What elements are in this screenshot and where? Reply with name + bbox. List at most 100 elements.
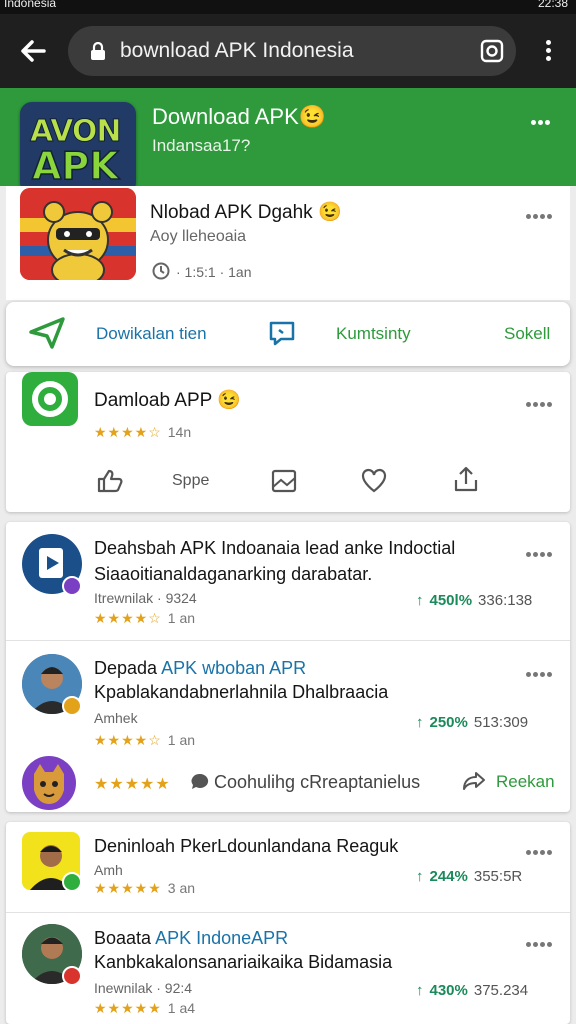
app-title: Damloab APP 😉 xyxy=(94,390,241,411)
item-stats: ↑ 430% 375.234 xyxy=(416,982,528,999)
trend-icon: ↑ xyxy=(416,982,424,999)
comment-icon xyxy=(191,773,209,789)
app-badge xyxy=(62,576,82,596)
featured-app-title: Nlobad APK Dgahk 😉 xyxy=(150,202,342,223)
app-logo: AVON APK xyxy=(20,102,136,194)
featured-app-card[interactable]: Nlobad APK Dgahk 😉 Aoy lleheoaia · 1:5:1… xyxy=(6,186,570,300)
header-more-icon[interactable] xyxy=(530,112,556,130)
app-list-card: Deahsbah APK Indoanaia lead anke Indocti… xyxy=(6,522,570,812)
header-subtitle: Indansaa17? xyxy=(152,136,251,155)
more-options-icon[interactable] xyxy=(526,934,556,947)
item-age: 1 a4 xyxy=(167,1000,196,1016)
lock-icon xyxy=(91,42,105,60)
divider xyxy=(6,640,570,641)
more-options-icon[interactable] xyxy=(526,394,556,407)
divider xyxy=(6,912,570,913)
trend-icon: ↑ xyxy=(416,868,424,885)
app-icon xyxy=(22,372,78,426)
app-header: AVON APK Download APK😉 Indansaa17? xyxy=(0,88,576,194)
community-action[interactable]: Kumtsinty xyxy=(336,324,411,344)
status-left-text: Indonesia xyxy=(4,0,57,10)
item-title: Depada APK wboban APR xyxy=(94,658,306,679)
rating-stars: ★★★★☆ xyxy=(94,610,162,626)
app-rating: ★★★★☆ 14n xyxy=(94,424,191,441)
trend-icon: ↑ xyxy=(416,714,424,731)
item-count: 375.234 xyxy=(473,982,529,999)
featured-app-subtitle: Aoy lleheoaia xyxy=(150,228,247,245)
item-age: 1 an xyxy=(167,610,196,626)
cat-avatar xyxy=(22,756,76,810)
item-meta: Itrewnilak · 9324 xyxy=(94,590,197,606)
item-stats: ↑ 450l% 336:138 xyxy=(416,592,532,609)
logo-text-bottom: APK xyxy=(31,143,119,189)
user-badge xyxy=(62,872,82,892)
address-bar[interactable]: bownload APK Indonesia xyxy=(68,26,516,76)
item-description: Kpablakandabnerlahnila Dhalbraacia xyxy=(94,682,389,702)
item-rating: ★★★★☆ 1 an xyxy=(94,732,195,749)
header-title: Download APK😉 xyxy=(152,104,327,129)
like-icon[interactable] xyxy=(96,468,124,494)
send-icon[interactable] xyxy=(28,316,66,350)
item-percent: 250% xyxy=(429,714,468,731)
more-options-icon[interactable] xyxy=(526,544,556,557)
more-options-icon[interactable] xyxy=(526,206,556,219)
url-text: bownload APK Indonesia xyxy=(120,39,354,62)
item-title: Boaata APK IndoneAPR xyxy=(94,928,288,949)
status-bar: Indonesia 22:38 xyxy=(0,0,576,14)
share-label[interactable]: Sppe xyxy=(172,472,209,490)
app-list-card: Deninloah PkerLdounlandana Reaguk Amh ★★… xyxy=(6,822,570,1024)
mascot-app-icon xyxy=(20,188,136,280)
item-stats: ↑ 244% 355:5R xyxy=(416,868,522,885)
back-arrow-icon[interactable] xyxy=(18,36,48,66)
image-icon[interactable] xyxy=(270,468,298,494)
item-count: 513:309 xyxy=(473,714,529,731)
action-bar: Dowikalan tien Kumtsinty Sokell xyxy=(6,302,570,366)
message-icon[interactable] xyxy=(268,320,296,348)
browser-menu-icon[interactable] xyxy=(538,40,558,66)
item-rating: ★★★★★ 1 a4 xyxy=(94,1000,195,1017)
item-count: 336:138 xyxy=(478,592,533,609)
app-age: 14n xyxy=(167,424,192,440)
tab-switcher-icon[interactable] xyxy=(480,39,504,63)
item-percent: 244% xyxy=(429,868,468,885)
item-rating: ★★★★☆ 1 an xyxy=(94,610,195,627)
item-percent: 450l% xyxy=(429,592,473,609)
browser-toolbar: bownload APK Indonesia xyxy=(0,14,576,88)
item-count: 355:5R xyxy=(473,868,523,885)
rating-stars: ★★★★★ xyxy=(94,1000,162,1016)
item-title: Deahsbah APK Indoanaia lead anke Indocti… xyxy=(94,538,456,558)
item-title-b: APK IndoneAPR xyxy=(155,928,289,948)
comment-action[interactable]: Reekan xyxy=(496,772,555,792)
item-title-a: Depada xyxy=(94,658,162,678)
heart-icon[interactable] xyxy=(360,468,388,494)
item-stats: ↑ 250% 513:309 xyxy=(416,714,528,731)
rating-stars: ★★★★★ xyxy=(94,880,162,896)
item-meta: Amhek xyxy=(94,710,138,726)
more-options-icon[interactable] xyxy=(526,664,556,677)
user-badge xyxy=(62,966,82,986)
item-meta: Amh xyxy=(94,862,123,878)
clock-icon xyxy=(152,262,170,280)
item-title-b: APK wboban APR xyxy=(161,658,307,678)
rating-stars: ★★★★☆ xyxy=(94,424,162,440)
reply-share-icon[interactable] xyxy=(462,770,486,792)
download-action[interactable]: Dowikalan tien xyxy=(96,324,207,344)
item-percent: 430% xyxy=(429,982,468,999)
more-options-icon[interactable] xyxy=(526,842,556,855)
rating-stars: ★★★★☆ xyxy=(94,732,162,748)
trend-icon: ↑ xyxy=(416,592,424,609)
item-age: 3 an xyxy=(167,880,196,896)
item-title: Deninloah PkerLdounlandana Reaguk xyxy=(94,836,399,856)
item-age: 1 an xyxy=(167,732,196,748)
item-description: Siaaoitianaldaganarking darabatar. xyxy=(94,564,373,584)
comment-rating: ★★★★★ xyxy=(94,776,171,793)
status-time: 22:38 xyxy=(537,0,568,10)
featured-app-meta: · 1:5:1 · 1an xyxy=(176,264,252,280)
item-description: Kanbkakalonsanariaikaika Bidamasia xyxy=(94,952,393,972)
item-title-a: Boaata xyxy=(94,928,156,948)
app-card[interactable]: Damloab APP 😉 ★★★★☆ 14n Sppe xyxy=(6,372,570,512)
share-icon[interactable] xyxy=(452,466,480,494)
user-badge xyxy=(62,696,82,716)
sell-action[interactable]: Sokell xyxy=(504,324,550,344)
comment-text: Coohulihg cRreaptanielus xyxy=(214,772,421,792)
